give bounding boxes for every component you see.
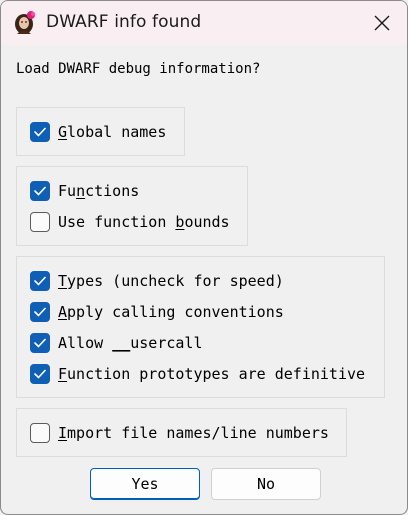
checkmark-icon [34, 307, 46, 317]
checkbox-label: Function prototypes are definitive [58, 365, 366, 383]
function-bounds-checkbox[interactable]: Use function bounds [30, 211, 230, 233]
functions-checkbox[interactable]: Functions [30, 180, 139, 202]
checkbox-box[interactable] [30, 271, 50, 291]
prototypes-checkbox[interactable]: Function prototypes are definitive [30, 363, 365, 385]
app-logo-icon [12, 10, 38, 36]
prompt-text: Load DWARF debug information? [16, 61, 261, 77]
functions-group [16, 166, 248, 246]
checkbox-label: Functions [58, 182, 140, 200]
checkbox-box[interactable] [30, 333, 50, 353]
checkmark-icon [34, 127, 46, 137]
checkbox-box[interactable] [30, 122, 50, 142]
checkmark-icon [34, 338, 46, 348]
global-names-checkbox[interactable]: Global names [30, 121, 166, 143]
checkmark-icon [34, 186, 46, 196]
checkmark-icon [34, 276, 46, 286]
import-file-names-checkbox[interactable]: Import file names/line numbers [30, 422, 329, 444]
checkbox-box[interactable] [30, 212, 50, 232]
checkbox-box[interactable] [30, 423, 50, 443]
checkbox-label: Import file names/line numbers [58, 424, 329, 442]
checkmark-icon [34, 369, 46, 379]
checkbox-box[interactable] [30, 364, 50, 384]
close-icon [374, 15, 390, 31]
checkbox-label: Types (uncheck for speed) [58, 272, 284, 290]
close-button[interactable] [367, 9, 397, 37]
checkbox-box[interactable] [30, 181, 50, 201]
types-checkbox[interactable]: Types (uncheck for speed) [30, 270, 284, 292]
checkbox-label: Use function bounds [58, 213, 230, 231]
dialog-window: DWARF info found Load DWARF debug inform… [0, 0, 408, 515]
usercall-checkbox[interactable]: Allow __usercall [30, 332, 203, 354]
checkbox-box[interactable] [30, 302, 50, 322]
checkbox-label: Global names [58, 123, 167, 141]
checkbox-label: Allow __usercall [58, 334, 203, 352]
window-title: DWARF info found [46, 12, 202, 32]
yes-button[interactable]: Yes [90, 468, 200, 500]
no-button[interactable]: No [211, 468, 321, 500]
title-bar: DWARF info found [1, 1, 407, 45]
checkbox-label: Apply calling conventions [58, 303, 284, 321]
calling-conventions-checkbox[interactable]: Apply calling conventions [30, 301, 284, 323]
